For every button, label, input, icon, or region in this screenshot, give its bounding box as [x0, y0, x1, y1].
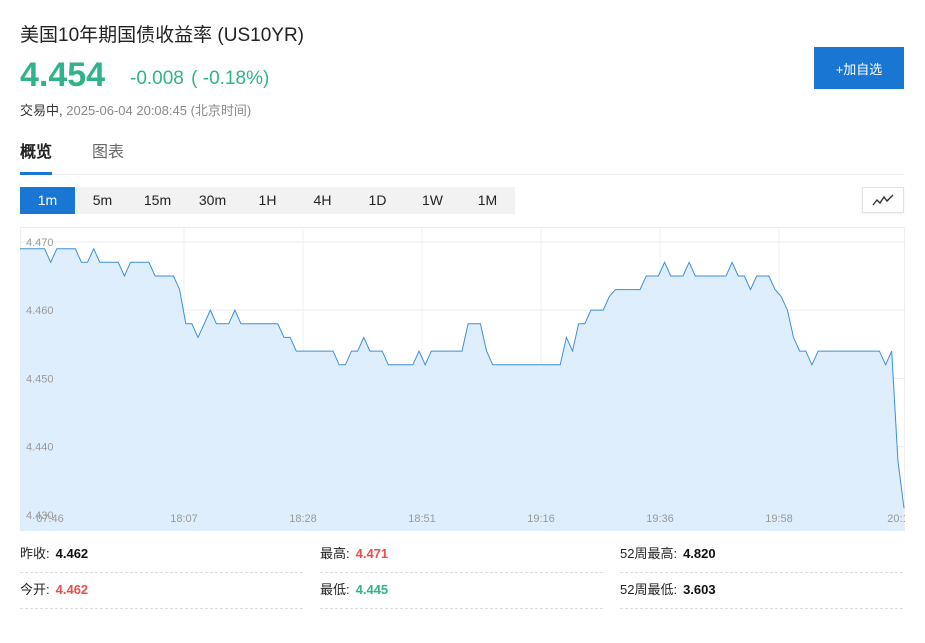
current-price: 4.454	[20, 56, 106, 94]
price-area	[20, 248, 904, 531]
stat-value: 4.820	[683, 546, 716, 561]
chart-canvas: 4.4704.4604.4504.4404.43007:46 18:07 18:28…	[20, 227, 905, 531]
stat-label: 52周最高:	[620, 546, 678, 561]
x-tick-label: 07:46	[36, 513, 64, 525]
stat-item: 52周最低: 3.603	[620, 573, 903, 609]
stat-item: 最低: 4.445	[320, 573, 603, 609]
price-chart[interactable]: 4.470 4.460 4.450 4.440 4.430 07:46 18:07 18:28…	[20, 227, 905, 531]
y-tick-label: 4.460	[26, 305, 54, 317]
quote-timestamp: 2025-06-04 20:08:45 (北京时间)	[66, 103, 252, 118]
period-1h[interactable]: 1H	[240, 187, 295, 214]
x-tick-label: 20:1	[887, 513, 905, 525]
price-change: -0.008 ( -0.18%)	[130, 68, 269, 90]
y-tick-label: 4.470	[26, 237, 54, 249]
x-tick-label: 18:28	[289, 513, 317, 525]
stat-value: 3.603	[683, 582, 716, 597]
page-title: 美国10年期国债收益率 (US10YR)	[20, 25, 304, 46]
stat-item: 52周最高: 4.820	[620, 537, 903, 573]
stat-item: 今开: 4.462	[20, 573, 303, 609]
period-5m[interactable]: 5m	[75, 187, 130, 214]
period-1m[interactable]: 1m	[20, 187, 75, 214]
stat-value: 4.462	[55, 582, 89, 597]
tab-overview[interactable]: 概览	[20, 143, 53, 175]
period-15m[interactable]: 15m	[130, 187, 185, 214]
x-tick-label: 19:58	[765, 513, 793, 525]
stat-value: 4.471	[355, 546, 389, 561]
stat-label: 52周最低:	[620, 582, 678, 597]
period-4h[interactable]: 4H	[295, 187, 350, 214]
stat-label: 今开:	[20, 582, 50, 597]
stat-label: 最低:	[320, 582, 350, 597]
x-tick-label: 19:36	[646, 513, 674, 525]
period-1mo[interactable]: 1M	[460, 187, 515, 214]
trading-status: 交易中,	[20, 103, 63, 118]
x-tick-label: 18:51	[408, 513, 436, 525]
change-percent: ( -0.18%)	[191, 68, 270, 89]
stat-label: 最高:	[320, 546, 350, 561]
x-tick-label: 19:16	[527, 513, 555, 525]
add-watchlist-button[interactable]: +加自选	[814, 47, 904, 89]
stat-label: 昨收:	[20, 546, 50, 561]
y-tick-label: 4.450	[26, 373, 54, 385]
period-1w[interactable]: 1W	[405, 187, 460, 214]
period-1d[interactable]: 1D	[350, 187, 405, 214]
stat-value: 4.445	[355, 582, 389, 597]
tab-chart[interactable]: 图表	[92, 143, 124, 175]
x-tick-label: 18:07	[170, 513, 198, 525]
stat-item: 昨收: 4.462	[20, 537, 303, 573]
line-chart-icon	[872, 194, 894, 206]
market-status: 交易中, 2025-06-04 20:08:45 (北京时间)	[20, 100, 251, 119]
stat-item: 最高: 4.471	[320, 537, 603, 573]
change-value: -0.008	[130, 68, 184, 89]
tab-bar: 概览 图表	[20, 143, 904, 175]
period-selector: 1m 5m 15m 30m 1H 4H 1D 1W 1M	[20, 187, 515, 214]
period-30m[interactable]: 30m	[185, 187, 240, 214]
chart-type-button[interactable]	[862, 187, 904, 213]
y-tick-label: 4.440	[26, 442, 54, 454]
stat-value: 4.462	[55, 546, 89, 561]
